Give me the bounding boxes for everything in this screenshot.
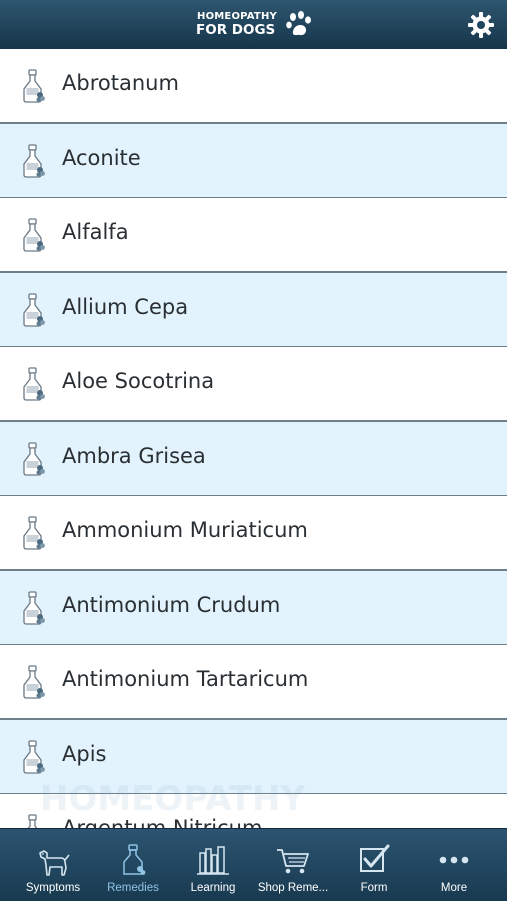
remedy-name: Antimonium Tartaricum [62, 667, 309, 691]
remedy-row[interactable]: Antimonium Crudum [0, 571, 507, 646]
remedy-name: Apis [62, 742, 107, 766]
remedy-bottle-icon [20, 814, 46, 828]
remedy-row[interactable]: Ambra Grisea [0, 422, 507, 497]
tab-remedies[interactable]: Remedies [93, 829, 173, 901]
dog-icon [39, 850, 70, 876]
remedy-row[interactable]: Ammonium Muriaticum [0, 496, 507, 571]
tab-label: Shop Reme... [257, 882, 329, 894]
remedy-row[interactable]: Argentum Nitricum [0, 794, 507, 828]
app-header: HOMEOPATHY FOR DOGS [0, 0, 507, 50]
paw-icon [286, 11, 311, 36]
app-logo: HOMEOPATHY FOR DOGS [196, 10, 316, 42]
remedy-name: Argentum Nitricum [62, 816, 263, 828]
remedy-list: Abrotanum Aconite Alfalfa Allium Cepa Al… [0, 49, 507, 828]
books-icon [197, 846, 229, 875]
remedy-bottle-icon [20, 740, 46, 774]
remedy-bottle-icon [20, 293, 46, 327]
remedy-row[interactable]: Apis [0, 720, 507, 795]
remedy-bottle-icon [20, 367, 46, 401]
remedy-name: Alfalfa [62, 220, 129, 244]
remedy-row[interactable]: Allium Cepa [0, 273, 507, 348]
checkbox-icon [360, 844, 390, 872]
gear-icon[interactable] [467, 11, 495, 39]
remedy-row[interactable]: Aloe Socotrina [0, 347, 507, 422]
remedy-bottle-icon [20, 665, 46, 699]
tab-form[interactable]: Form [334, 829, 414, 901]
logo-line1: HOMEOPATHY [197, 11, 277, 22]
remedy-row[interactable]: Antimonium Tartaricum [0, 645, 507, 720]
remedy-name: Allium Cepa [62, 295, 189, 319]
tab-label: Learning [190, 882, 236, 894]
remedy-bottle-icon [20, 516, 46, 550]
remedy-bottle-icon [20, 69, 46, 103]
remedy-row[interactable]: Abrotanum [0, 49, 507, 124]
cart-icon [277, 849, 309, 874]
bottom-tab-bar: Symptoms Remedies Learning Shop Reme... … [0, 828, 507, 901]
more-icon [439, 856, 469, 864]
remedy-name: Ammonium Muriaticum [62, 518, 308, 542]
remedy-bottle-icon [20, 442, 46, 476]
remedy-row[interactable]: Aconite [0, 124, 507, 199]
tab-label: More [440, 882, 468, 894]
logo-line2: FOR DOGS [196, 22, 276, 38]
tab-learning[interactable]: Learning [173, 829, 253, 901]
remedy-name: Ambra Grisea [62, 444, 206, 468]
tab-shop-remedies[interactable]: Shop Reme... [253, 829, 333, 901]
remedy-name: Antimonium Crudum [62, 593, 281, 617]
remedy-bottle-icon [20, 591, 46, 625]
remedy-name: Abrotanum [62, 71, 179, 95]
tab-label: Remedies [107, 882, 159, 894]
tab-symptoms[interactable]: Symptoms [13, 829, 93, 901]
tab-label: Symptoms [25, 882, 81, 894]
remedy-bottle-icon [20, 144, 46, 178]
tab-more[interactable]: More [414, 829, 494, 901]
remedy-row[interactable]: Alfalfa [0, 198, 507, 273]
remedy-bottle-icon [20, 218, 46, 252]
remedy-name: Aconite [62, 146, 141, 170]
bottle-icon [123, 844, 146, 875]
tab-label: Form [360, 882, 388, 894]
remedy-name: Aloe Socotrina [62, 369, 215, 393]
